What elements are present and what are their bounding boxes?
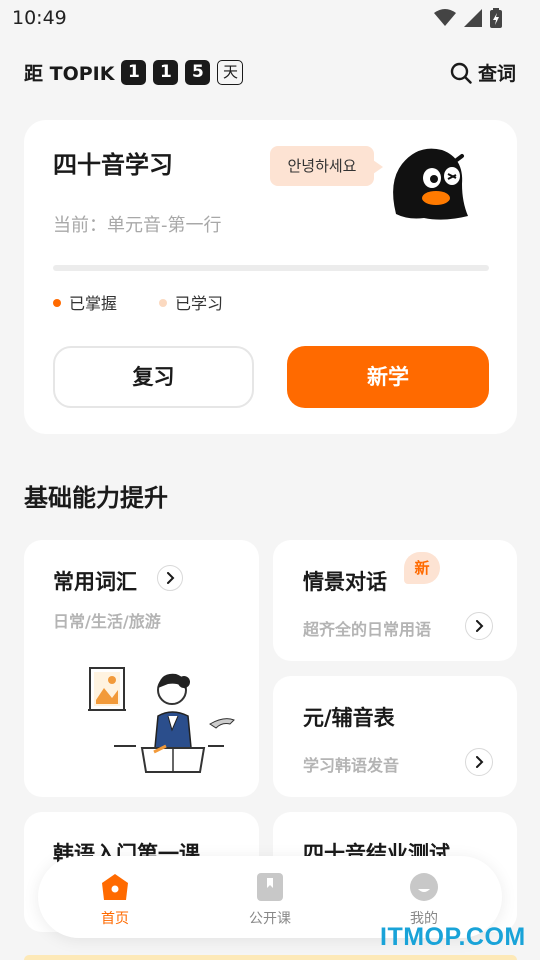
progress-legend: 已掌握 已学习	[53, 290, 223, 314]
lookup-label: 查词	[477, 63, 516, 85]
learned-dot-icon	[159, 298, 168, 307]
student-illustration	[88, 667, 235, 773]
tile-vocabulary[interactable]: 常用词汇 日常/生活/旅游	[24, 540, 259, 797]
mascot-illustration	[393, 148, 468, 220]
alphabet-learning-card[interactable]: 四十音学习 안녕하세요 当前：单元音-第一行 已掌握 已学习 复习 新学	[24, 120, 517, 434]
chevron-right-icon[interactable]	[157, 565, 183, 591]
legend-learned-label: 已学习	[175, 294, 224, 313]
greeting-bubble: 안녕하세요	[270, 146, 383, 186]
tile-title: 情景对话	[303, 570, 387, 594]
search-icon	[450, 62, 472, 84]
signal-icon	[464, 9, 482, 27]
tile-title: 常用词汇	[53, 570, 137, 594]
countdown-day-label: 天	[217, 60, 244, 85]
new-learn-button[interactable]: 新学	[287, 346, 489, 408]
bottom-banner-edge	[24, 955, 517, 960]
battery-icon	[490, 8, 502, 28]
home-icon	[102, 874, 128, 900]
review-button[interactable]: 复习	[53, 346, 254, 408]
tile-subtitle: 日常/生活/旅游	[53, 612, 161, 631]
legend-learned: 已学习	[159, 290, 223, 314]
book-icon	[257, 873, 283, 901]
tile-phonetic-chart[interactable]: 元/辅音表 学习韩语发音	[273, 676, 517, 797]
status-bar: 10:49	[0, 0, 540, 40]
tile-subtitle: 超齐全的日常用语	[303, 620, 432, 639]
topik-countdown: 距 TOPIK 1 1 5 天	[24, 59, 244, 86]
countdown-digit: 1	[121, 60, 147, 85]
tile-dialogue[interactable]: 情景对话 超齐全的日常用语	[273, 540, 517, 661]
mastered-dot-icon	[53, 298, 61, 307]
countdown-digit: 1	[153, 60, 179, 85]
status-time: 10:49	[12, 7, 67, 29]
status-icons	[434, 8, 502, 28]
card-title: 四十音学习	[53, 151, 173, 179]
legend-mastered: 已掌握	[53, 290, 117, 314]
tile-subtitle: 学习韩语发音	[303, 756, 400, 775]
header: 距 TOPIK 1 1 5 天 查词	[0, 52, 540, 92]
nav-open-class[interactable]: 公开课	[230, 872, 310, 928]
current-lesson: 当前：单元音-第一行	[53, 215, 222, 236]
nav-mine[interactable]: 我的	[384, 872, 464, 928]
lookup-button[interactable]: 查词	[450, 59, 516, 86]
chevron-right-icon[interactable]	[465, 748, 493, 776]
section-title: 基础能力提升	[24, 484, 168, 512]
new-badge: 新	[404, 552, 440, 584]
countdown-prefix: 距 TOPIK	[24, 63, 115, 85]
progress-bar	[53, 265, 489, 271]
tile-title: 元/辅音表	[303, 706, 395, 730]
nav-home[interactable]: 首页	[75, 872, 155, 928]
profile-icon	[410, 873, 438, 901]
watermark: ITMOP.COM	[380, 923, 526, 951]
nav-open-class-label: 公开课	[249, 911, 291, 927]
wifi-icon	[434, 9, 456, 26]
legend-mastered-label: 已掌握	[69, 294, 118, 313]
countdown-digit: 5	[185, 60, 211, 85]
chevron-right-icon[interactable]	[465, 612, 493, 640]
nav-home-label: 首页	[101, 911, 129, 927]
